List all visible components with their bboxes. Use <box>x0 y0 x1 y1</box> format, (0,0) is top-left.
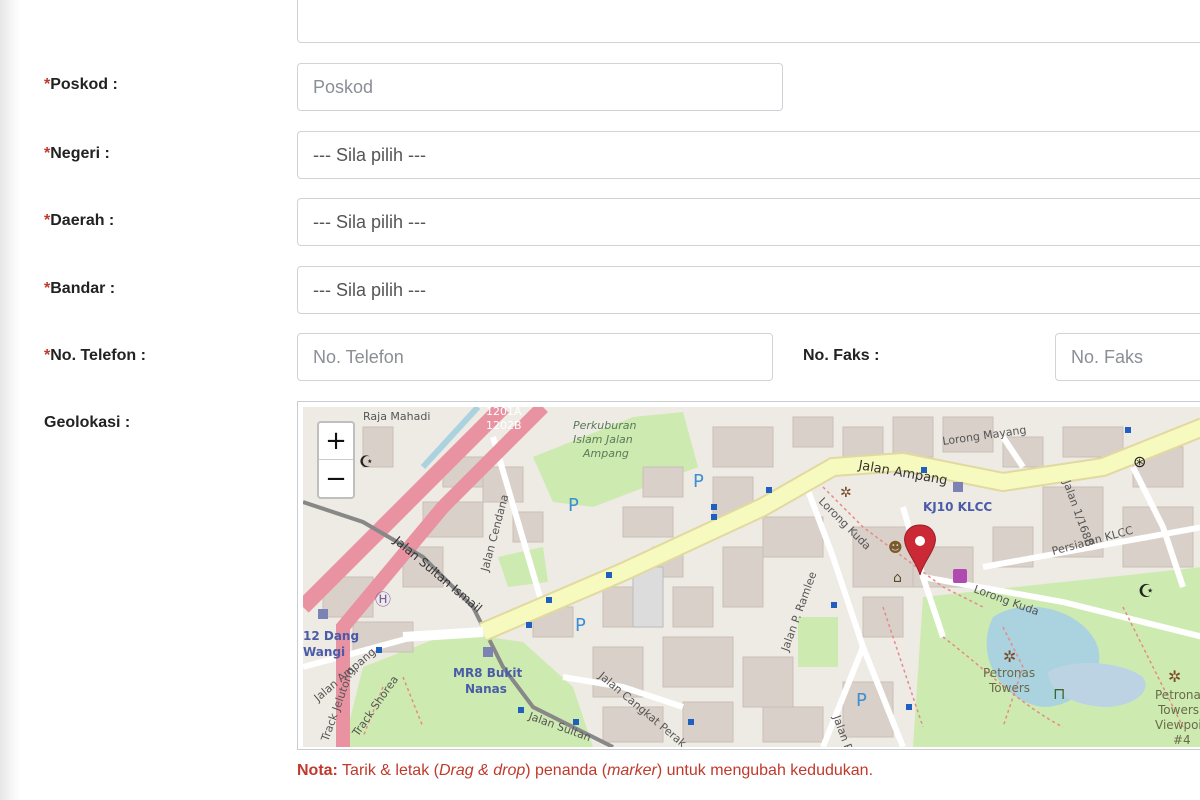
geolocation-map[interactable]: ☪ ⊛ ☪ Ⓗ ☻ ⌂ ✲ ✲ ✲ ⊓ P P P P Raja Mahadi … <box>297 401 1200 750</box>
kj10-label: KJ10 KLCC <box>923 500 992 514</box>
map-tiles[interactable]: ☪ ⊛ ☪ Ⓗ ☻ ⌂ ✲ ✲ ✲ ⊓ P P P P Raja Mahadi … <box>303 407 1200 747</box>
jalan-ampang-west <box>402 627 484 642</box>
picnic-icon: ⊓ <box>1053 684 1065 703</box>
mr8-label-1: MR8 Bukit <box>453 666 522 680</box>
parking-label: P <box>856 690 867 711</box>
alamat-textarea-bottom[interactable] <box>297 0 1200 43</box>
negeri-label: *Negeri : <box>44 145 110 162</box>
negeri-select[interactable]: --- Sila pilih --- <box>297 131 1200 179</box>
temple-icon: ⊛ <box>1133 452 1146 471</box>
viewpoint-label-4: #4 <box>1173 733 1191 747</box>
bandar-selected-value: --- Sila pilih --- <box>313 279 427 300</box>
viewpoint-icon: ✲ <box>840 485 852 501</box>
mosque-icon-2: ☪ <box>1138 581 1154 602</box>
daerah-label: *Daerah : <box>44 212 115 229</box>
negeri-selected-value: --- Sila pilih --- <box>313 144 427 165</box>
telefon-label: *No. Telefon : <box>44 347 146 364</box>
note-label: Nota: <box>297 762 338 779</box>
telefon-input[interactable] <box>297 333 773 381</box>
viewpoint-label-3: Viewpoi <box>1155 718 1200 732</box>
perkuburan-label-2: Islam Jalan <box>573 433 633 446</box>
petronas-towers-icon: ✲ <box>1003 647 1016 666</box>
map-note: Nota: Tarik & letak (Drag & drop) penand… <box>297 762 874 779</box>
dang-wangi-label-2: Wangi <box>303 645 345 659</box>
geolokasi-label: Geolokasi : <box>44 414 131 431</box>
park-strip <box>798 617 838 667</box>
exit-label: 1201A <box>486 407 522 418</box>
bandar-label: *Bandar : <box>44 280 116 297</box>
zoom-out-button[interactable]: − <box>319 460 353 497</box>
viewpoint-label-1: Petrona <box>1155 688 1200 702</box>
parking-label: P <box>693 471 704 492</box>
perkuburan-label-3: Ampang <box>582 447 629 460</box>
parking-label: P <box>575 615 586 636</box>
viewpoint-4-icon: ✲ <box>1168 667 1181 686</box>
daerah-selected-value: --- Sila pilih --- <box>313 211 427 232</box>
mr8-label-2: Nanas <box>465 682 507 696</box>
dang-wangi-station-marker <box>318 609 328 619</box>
shop-icon <box>953 569 967 583</box>
exit2-label: 1202B <box>486 419 522 432</box>
mosque-icon: ☪ <box>359 452 373 471</box>
faks-input[interactable] <box>1055 333 1200 381</box>
raja-mahadi-label: Raja Mahadi <box>363 410 430 423</box>
daerah-select[interactable]: --- Sila pilih --- <box>297 198 1200 246</box>
poskod-input[interactable] <box>297 63 783 111</box>
zoom-in-button[interactable]: + <box>319 423 353 460</box>
faks-label: No. Faks : <box>803 347 880 364</box>
hospital-icon: Ⓗ <box>375 590 391 609</box>
page-left-shadow <box>0 0 20 800</box>
bukit-nanas-station-marker <box>483 647 493 657</box>
petronas-label-1: Petronas <box>983 666 1035 680</box>
parking-label: P <box>568 495 579 516</box>
dang-wangi-label-1: 12 Dang <box>303 629 359 643</box>
poskod-label: *Poskod : <box>44 76 118 93</box>
map-zoom-control: + − <box>317 421 355 499</box>
klcc-station-marker <box>953 482 963 492</box>
bandar-select[interactable]: --- Sila pilih --- <box>297 266 1200 314</box>
museum-icon: ⌂ <box>893 570 902 586</box>
petronas-label-2: Towers <box>988 681 1030 695</box>
perkuburan-label-1: Perkuburan <box>573 419 636 432</box>
theatre-icon: ☻ <box>888 540 903 556</box>
viewpoint-label-2: Towers <box>1157 703 1199 717</box>
